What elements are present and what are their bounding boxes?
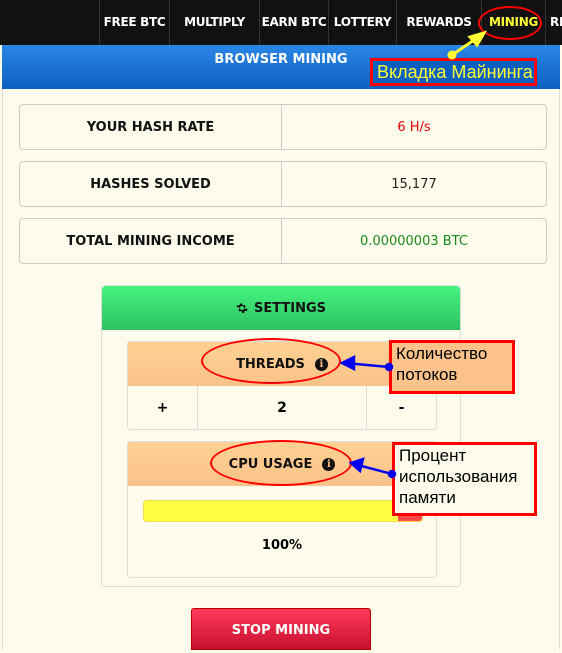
- arrow-yellow: [447, 30, 488, 60]
- annotation-arrows: [339, 30, 488, 479]
- arrow-blue: [339, 354, 397, 479]
